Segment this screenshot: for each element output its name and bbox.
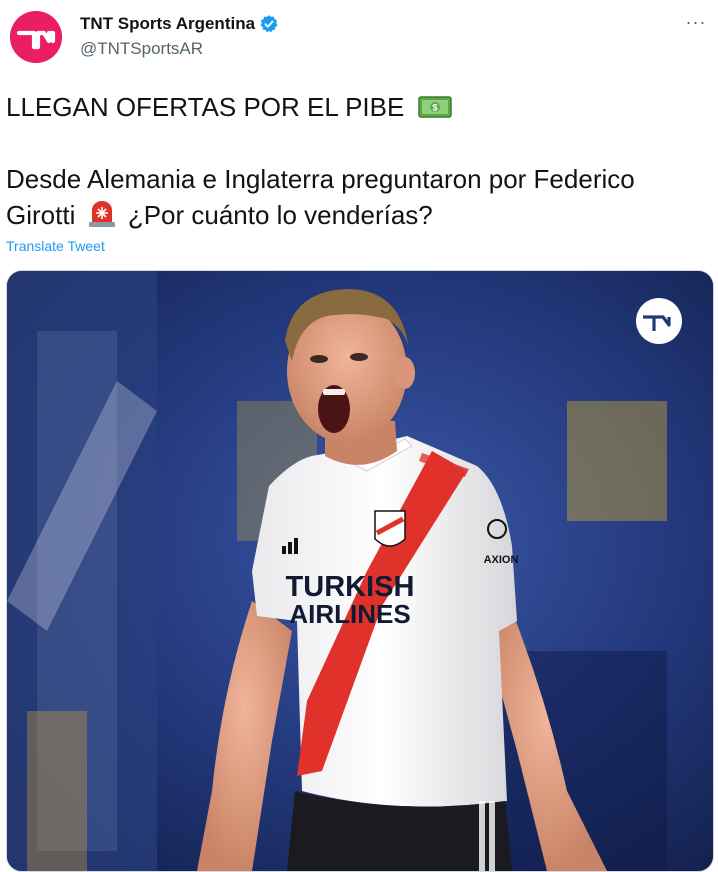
avatar[interactable] — [10, 11, 62, 63]
sleeve-sponsor: AXION — [484, 554, 519, 566]
tweet-line-2: Desde Alemania e Inglaterra preguntaron … — [6, 161, 706, 197]
siren-emoji-icon — [88, 201, 115, 227]
verified-badge-icon — [259, 14, 279, 34]
tnt-logo-icon — [10, 11, 62, 63]
tweet-line-1-text: LLEGAN OFERTAS POR EL PIBE — [6, 92, 405, 122]
more-icon[interactable]: ··· — [682, 8, 710, 36]
handle[interactable]: @TNTSportsAR — [80, 39, 203, 59]
jersey-sponsor-line2: AIRLINES — [289, 599, 410, 629]
tweet-line-1: LLEGAN OFERTAS POR EL PIBE $ — [6, 89, 706, 125]
tweet-text: LLEGAN OFERTAS POR EL PIBE $ Desde Alema… — [6, 89, 706, 233]
tweet-line-3: Girotti ¿Por cuánto lo venderías? — [6, 197, 706, 233]
tnt-watermark-icon — [636, 298, 682, 344]
tweet-card: TNT Sports Argentina @TNTSportsAR ··· LL… — [0, 0, 718, 872]
tweet-photo[interactable]: TURKISH AIRLINES AXION — [6, 270, 714, 872]
tweet-line-2b-text: Girotti — [6, 200, 76, 230]
money-bill-emoji-icon: $ — [417, 96, 452, 118]
player-photo: TURKISH AIRLINES AXION — [7, 271, 713, 871]
name-row: TNT Sports Argentina — [80, 14, 279, 34]
tweet-line-2c-text: ¿Por cuánto lo venderías? — [127, 200, 433, 230]
svg-text:$: $ — [432, 103, 437, 113]
tweet-line-2a-text: Desde Alemania e Inglaterra preguntaron … — [6, 164, 635, 194]
display-name[interactable]: TNT Sports Argentina — [80, 14, 255, 34]
translate-tweet-link[interactable]: Translate Tweet — [6, 238, 105, 254]
